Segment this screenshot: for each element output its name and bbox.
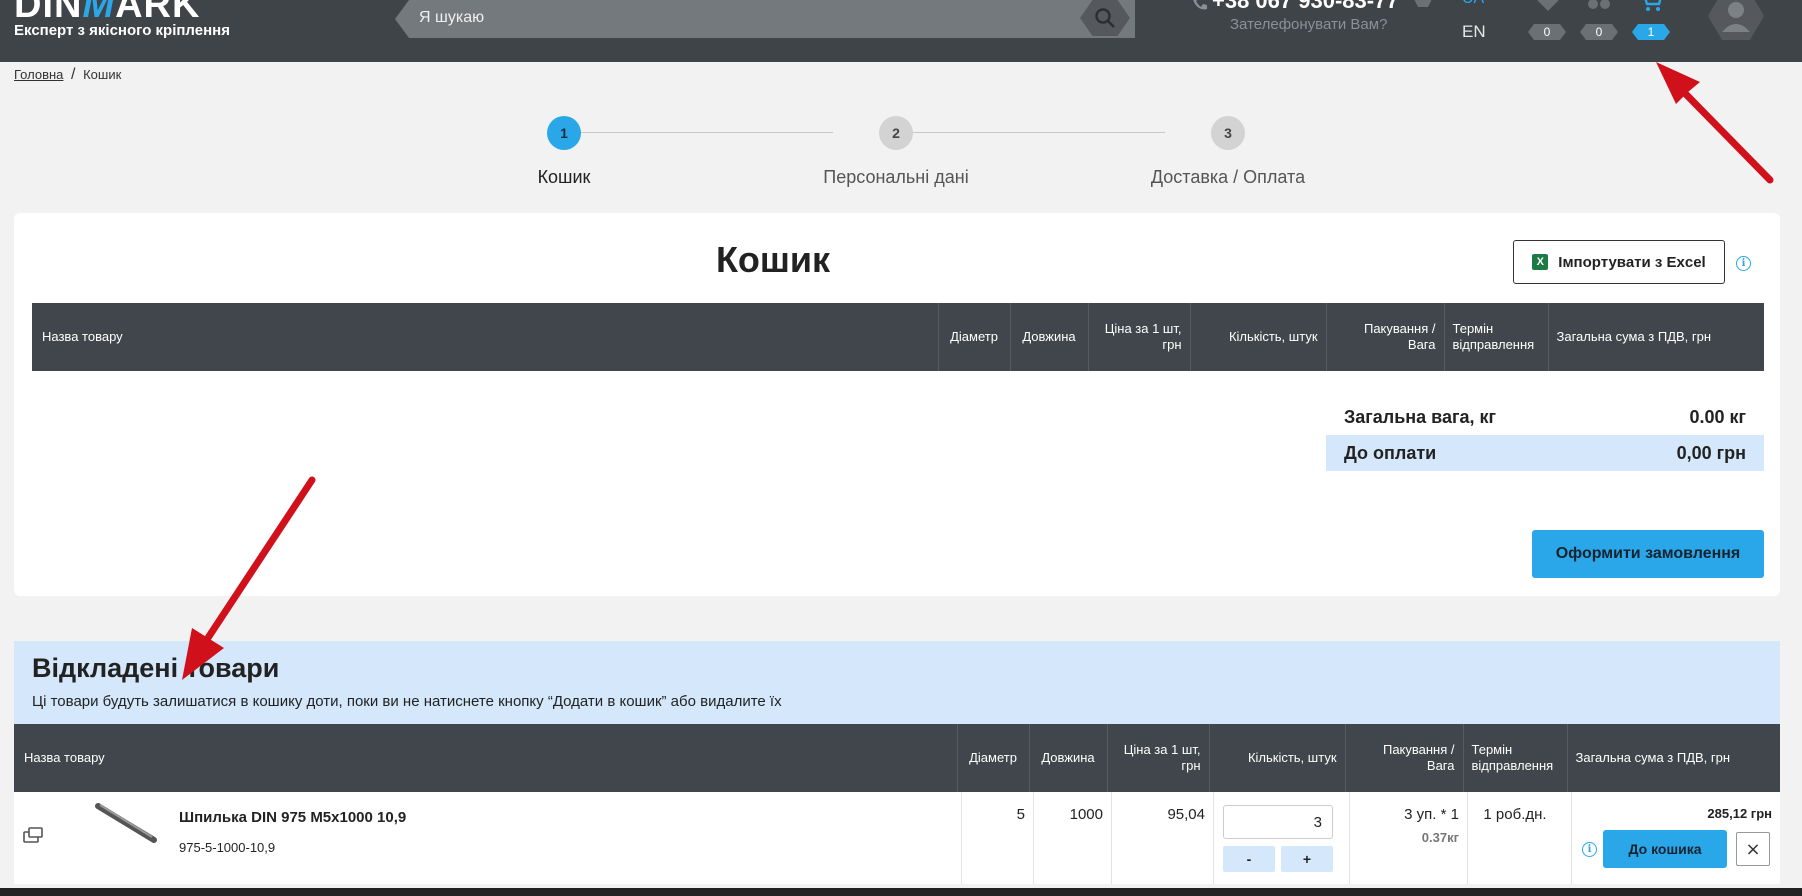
step-1-label: Кошик (537, 167, 591, 187)
lang-ua[interactable]: UA (1462, 0, 1484, 8)
search-icon (1095, 8, 1115, 28)
step-3-circle[interactable]: 3 (1211, 116, 1245, 150)
step-1-circle[interactable]: 1 (547, 116, 581, 150)
product-weight: 0.37кг (1421, 830, 1459, 845)
breadcrumb: Головна / Кошик (14, 66, 121, 84)
user-icon (1722, 2, 1750, 32)
quantity-input[interactable] (1223, 805, 1333, 839)
cart-card: Кошик X Імпортувати з Excel i Назва това… (14, 213, 1780, 596)
cart-icon[interactable] (1638, 0, 1664, 12)
pp-col-quantity: Кількість, штук (1208, 724, 1345, 792)
move-to-cart-icon[interactable] (22, 826, 44, 846)
pp-col-shipping: Термін відправлення (1462, 724, 1567, 792)
step-connector (887, 132, 1165, 133)
top-header: DINMARK Експерт з якісного кріплення +38… (0, 0, 1802, 62)
pp-col-name: Назва товару (14, 724, 957, 792)
col-packing: Пакування / Вага (1325, 303, 1444, 371)
account-button[interactable] (1708, 0, 1764, 40)
product-price: 95,04 (1167, 806, 1205, 823)
breadcrumb-current: Кошик (83, 67, 122, 82)
cart-badge[interactable]: 1 (1632, 24, 1670, 40)
to-pay-value: 0,00 грн (1676, 442, 1746, 463)
cart-totals: Загальна вага, кг 0.00 кг До оплати 0,00… (1326, 399, 1764, 471)
product-diameter: 5 (1016, 806, 1025, 823)
logo-slogan: Експерт з якісного кріплення (14, 22, 230, 39)
col-quantity: Кількість, штук (1189, 303, 1326, 371)
to-cart-button[interactable]: До кошика (1603, 830, 1727, 868)
compare-badge[interactable]: 0 (1580, 24, 1618, 40)
import-excel-label: Імпортувати з Excel (1558, 253, 1706, 271)
step-2-circle[interactable]: 2 (879, 116, 913, 150)
breadcrumb-separator: / (71, 66, 76, 83)
search-input[interactable] (419, 0, 1099, 36)
total-weight-label: Загальна вага, кг (1344, 406, 1497, 427)
pp-col-length: Довжина (1028, 724, 1107, 792)
postponed-description: Ці товари будуть залишатися в кошику дот… (32, 693, 782, 710)
logo[interactable]: DINMARK (14, 0, 200, 24)
product-length: 1000 (1069, 806, 1103, 823)
excel-icon: X (1532, 254, 1549, 270)
table-row: Шпилька DIN 975 M5x1000 10,9 975-5-1000-… (14, 792, 1780, 884)
heart-icon[interactable] (1535, 0, 1561, 12)
search-bar (395, 0, 1135, 38)
product-image[interactable] (90, 800, 162, 848)
favorites-badge[interactable]: 0 (1528, 24, 1566, 40)
import-excel-button[interactable]: X Імпортувати з Excel (1513, 240, 1725, 284)
checkout-steps: 1 2 3 Кошик Персональні дані Доставка / … (500, 112, 1305, 192)
pp-col-diameter: Діаметр (956, 724, 1029, 792)
phone-number[interactable]: +38 067 930-83-77 (1212, 0, 1399, 14)
viber-icon[interactable] (1414, 0, 1432, 8)
total-weight-value: 0.00 кг (1689, 406, 1746, 427)
quantity-plus-button[interactable]: + (1281, 846, 1333, 872)
quantity-minus-button[interactable]: - (1223, 846, 1275, 872)
step-3-label: Доставка / Оплата (1150, 167, 1306, 187)
callback-link[interactable]: Зателефонувати Вам? (1230, 16, 1387, 33)
phone-icon (1193, 0, 1207, 10)
total-weight-row: Загальна вага, кг 0.00 кг (1326, 399, 1764, 435)
col-name: Назва товару (32, 303, 938, 371)
product-name[interactable]: Шпилька DIN 975 M5x1000 10,9 (179, 809, 406, 826)
product-sku: 975-5-1000-10,9 (179, 840, 276, 855)
info-icon[interactable]: i (1736, 256, 1751, 271)
col-price: Ціна за 1 шт, грн (1087, 303, 1190, 371)
annotation-arrow-cart (1656, 62, 1774, 184)
product-packing: 3 уп. * 1 (1404, 806, 1459, 823)
column-divider (1213, 792, 1214, 884)
place-order-button[interactable]: Оформити замовлення (1532, 530, 1764, 578)
postponed-section: Відкладені товари Ці товари будуть залиш… (14, 641, 1780, 724)
col-shipping: Термін відправлення (1443, 303, 1548, 371)
breadcrumb-home[interactable]: Головна (14, 67, 63, 82)
col-total: Загальна сума з ПДВ, грн (1547, 303, 1764, 371)
postponed-table-header: Назва товару Діаметр Довжина Ціна за 1 ш… (14, 724, 1780, 792)
postponed-title: Відкладені товари (32, 653, 280, 683)
step-connector (555, 132, 833, 133)
pp-col-price: Ціна за 1 шт, грн (1106, 724, 1209, 792)
cart-title: Кошик (715, 239, 831, 280)
pp-col-packing: Пакування / Вага (1344, 724, 1463, 792)
step-2-label: Персональні дані (823, 167, 969, 187)
product-total: 285,12 грн (1707, 806, 1772, 821)
pp-col-total: Загальна сума з ПДВ, грн (1566, 724, 1780, 792)
lang-en[interactable]: EN (1462, 22, 1486, 42)
col-diameter: Діаметр (937, 303, 1010, 371)
cart-table-header: Назва товару Діаметр Довжина Ціна за 1 ш… (32, 303, 1764, 371)
product-shipping: 1 роб.дн. (1483, 806, 1547, 823)
info-icon[interactable]: i (1582, 842, 1597, 857)
to-pay-label: До оплати (1344, 442, 1437, 463)
remove-item-button[interactable]: × (1736, 832, 1770, 866)
bottom-bar (0, 888, 1802, 896)
to-pay-row: До оплати 0,00 грн (1326, 435, 1764, 471)
col-length: Довжина (1009, 303, 1088, 371)
compare-icon[interactable] (1586, 0, 1612, 12)
